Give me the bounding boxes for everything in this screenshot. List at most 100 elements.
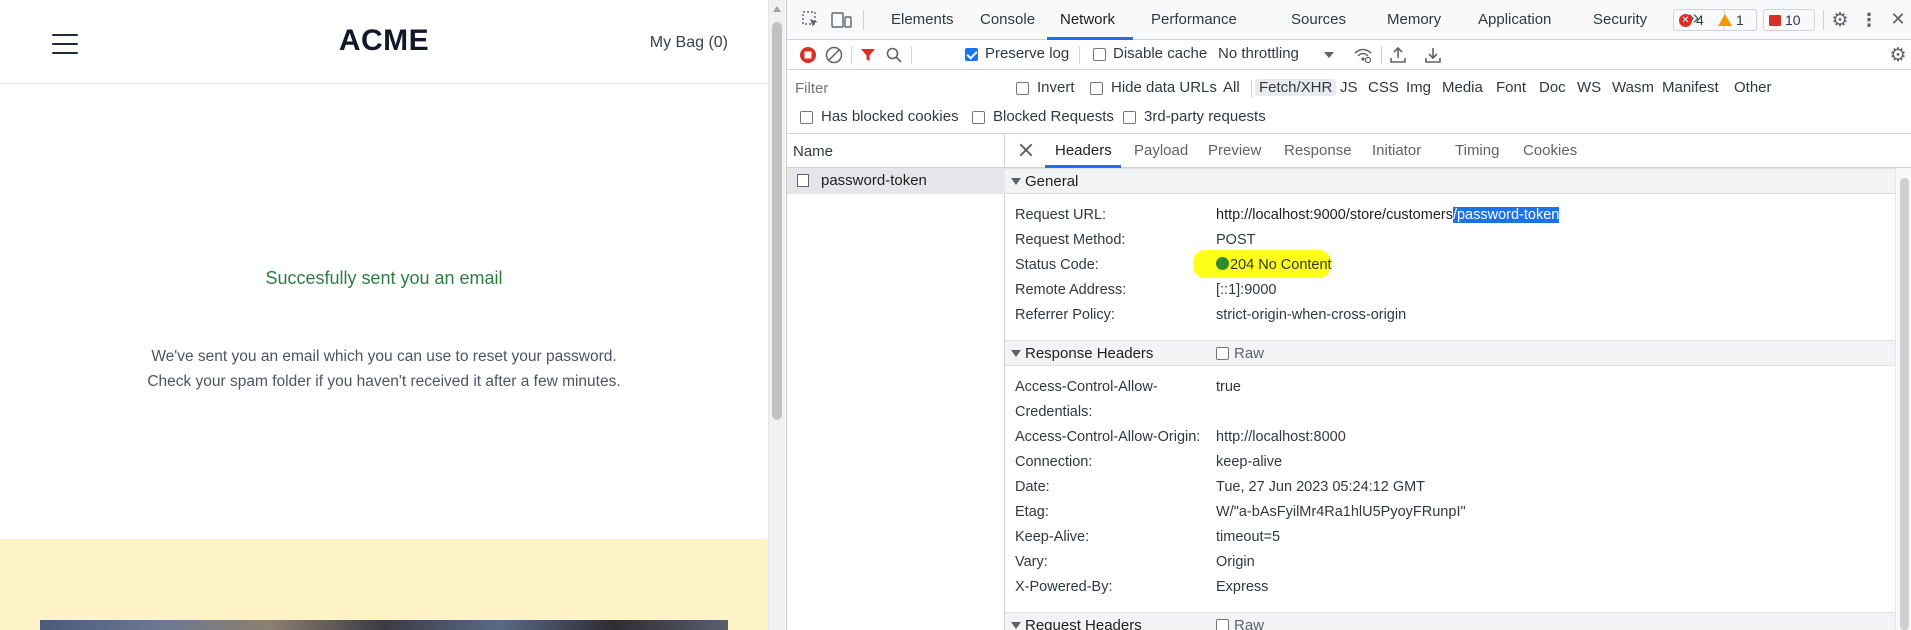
tab-console[interactable]: Console bbox=[980, 11, 1035, 28]
warning-icon bbox=[1718, 14, 1732, 26]
close-icon[interactable] bbox=[1017, 141, 1035, 159]
name-column-header[interactable]: Name bbox=[793, 143, 833, 160]
invert-checkbox[interactable] bbox=[1016, 82, 1029, 95]
devtools-tabbar: Elements Console Network Performance Sou… bbox=[787, 0, 1911, 40]
filter-type-img[interactable]: Img bbox=[1406, 79, 1431, 96]
toolbar-divider bbox=[1251, 80, 1252, 98]
my-bag-link[interactable]: My Bag (0) bbox=[650, 34, 728, 52]
tab-timing[interactable]: Timing bbox=[1455, 142, 1499, 159]
scroll-up-arrow-icon[interactable] bbox=[773, 6, 781, 12]
issues-count: 10 bbox=[1785, 12, 1801, 28]
export-har-icon[interactable] bbox=[1424, 46, 1442, 64]
preserve-log-checkbox[interactable] bbox=[965, 48, 978, 61]
blocked-requests-label[interactable]: Blocked Requests bbox=[993, 108, 1114, 125]
filter-type-font[interactable]: Font bbox=[1496, 79, 1526, 96]
menu-icon[interactable] bbox=[52, 34, 78, 54]
filter-type-media[interactable]: Media bbox=[1442, 79, 1483, 96]
tab-preview[interactable]: Preview bbox=[1208, 142, 1261, 159]
tab-network[interactable]: Network bbox=[1060, 11, 1115, 28]
hide-data-urls-label[interactable]: Hide data URLs bbox=[1111, 79, 1217, 96]
disable-cache-checkbox[interactable] bbox=[1093, 48, 1106, 61]
third-party-requests-label[interactable]: 3rd-party requests bbox=[1144, 108, 1266, 125]
filter-icon[interactable] bbox=[859, 46, 877, 64]
expand-triangle-icon[interactable] bbox=[1011, 350, 1021, 357]
request-details: Headers Payload Preview Response Initiat… bbox=[1005, 134, 1911, 630]
status-ok-dot-icon bbox=[1216, 257, 1229, 270]
request-url-selected-text: /password-token bbox=[1452, 207, 1560, 223]
filter-type-other[interactable]: Other bbox=[1734, 79, 1772, 96]
expand-triangle-icon[interactable] bbox=[1011, 178, 1021, 185]
tab-sources[interactable]: Sources bbox=[1291, 11, 1346, 28]
filter-type-css[interactable]: CSS bbox=[1368, 79, 1399, 96]
tab-payload[interactable]: Payload bbox=[1134, 142, 1188, 159]
request-headers-section-header[interactable]: Request Headers Raw bbox=[1005, 612, 1895, 630]
tab-headers[interactable]: Headers bbox=[1055, 142, 1112, 159]
has-blocked-cookies-label[interactable]: Has blocked cookies bbox=[821, 108, 959, 125]
settings-gear-icon[interactable]: ⚙ bbox=[1830, 10, 1850, 31]
filter-type-doc[interactable]: Doc bbox=[1539, 79, 1566, 96]
referrer-policy-label: Referrer Policy: bbox=[1015, 307, 1115, 323]
response-headers-section-header[interactable]: Response Headers Raw bbox=[1005, 340, 1895, 366]
import-har-icon[interactable] bbox=[1389, 46, 1407, 64]
request-method-value: POST bbox=[1216, 232, 1256, 248]
request-row[interactable]: password-token bbox=[787, 168, 1005, 194]
tab-performance[interactable]: Performance bbox=[1151, 11, 1237, 28]
tab-memory[interactable]: Memory bbox=[1387, 11, 1441, 28]
filter-type-js[interactable]: JS bbox=[1340, 79, 1358, 96]
tab-application[interactable]: Application bbox=[1478, 11, 1551, 28]
header-key: Etag: bbox=[1015, 504, 1049, 520]
expand-triangle-icon[interactable] bbox=[1011, 622, 1021, 629]
raw-label[interactable]: Raw bbox=[1234, 345, 1264, 362]
filter-type-manifest[interactable]: Manifest bbox=[1662, 79, 1719, 96]
more-options-icon[interactable]: ⋮ bbox=[1860, 10, 1878, 30]
record-stop-icon[interactable] bbox=[799, 46, 817, 64]
throttling-select[interactable]: No throttling bbox=[1218, 45, 1299, 62]
hide-data-urls-checkbox[interactable] bbox=[1090, 82, 1103, 95]
preserve-log-label[interactable]: Preserve log bbox=[985, 45, 1069, 62]
toolbar-divider bbox=[911, 46, 912, 64]
close-devtools-icon[interactable]: ✕ bbox=[1888, 9, 1908, 29]
clear-icon[interactable] bbox=[825, 46, 843, 64]
document-icon bbox=[797, 174, 809, 187]
scrollbar-thumb[interactable] bbox=[1900, 178, 1909, 630]
invert-label[interactable]: Invert bbox=[1037, 79, 1075, 96]
status-code-value: 204 No Content bbox=[1216, 257, 1332, 273]
inspect-element-icon[interactable] bbox=[801, 10, 821, 30]
chevron-down-icon[interactable] bbox=[1324, 52, 1334, 58]
filter-type-fetch-xhr[interactable]: Fetch/XHR bbox=[1255, 79, 1337, 96]
disable-cache-label[interactable]: Disable cache bbox=[1113, 45, 1207, 62]
header-value: Origin bbox=[1216, 554, 1255, 570]
general-section-header[interactable]: General bbox=[1005, 168, 1895, 194]
device-toolbar-icon[interactable] bbox=[831, 10, 853, 30]
filter-input[interactable] bbox=[793, 76, 1003, 100]
raw-checkbox[interactable] bbox=[1216, 347, 1229, 360]
general-title: General bbox=[1025, 173, 1079, 190]
search-icon[interactable] bbox=[885, 46, 903, 64]
toolbar-divider bbox=[851, 46, 852, 64]
request-list-header[interactable]: Name bbox=[787, 134, 1005, 168]
tab-security[interactable]: Security bbox=[1593, 11, 1647, 28]
filter-type-wasm[interactable]: Wasm bbox=[1612, 79, 1654, 96]
tab-elements[interactable]: Elements bbox=[891, 11, 954, 28]
tab-initiator[interactable]: Initiator bbox=[1372, 142, 1421, 159]
warnings-badge[interactable]: 1 bbox=[1713, 9, 1757, 31]
blocked-requests-checkbox[interactable] bbox=[972, 111, 985, 124]
store-page: ACME My Bag (0) Succesfully sent you an … bbox=[0, 0, 768, 630]
header-key: Keep-Alive: bbox=[1015, 529, 1090, 545]
has-blocked-cookies-checkbox[interactable] bbox=[800, 111, 813, 124]
raw-label[interactable]: Raw bbox=[1234, 617, 1264, 630]
raw-checkbox[interactable] bbox=[1216, 619, 1229, 630]
filter-type-all[interactable]: All bbox=[1223, 79, 1240, 96]
issues-badge[interactable]: 10 bbox=[1763, 9, 1815, 31]
details-scrollbar[interactable] bbox=[1895, 168, 1911, 630]
third-party-requests-checkbox[interactable] bbox=[1123, 111, 1136, 124]
network-settings-gear-icon[interactable]: ⚙ bbox=[1888, 45, 1908, 66]
scrollbar-thumb[interactable] bbox=[772, 22, 782, 420]
network-conditions-icon[interactable] bbox=[1353, 46, 1373, 64]
page-scrollbar[interactable] bbox=[768, 0, 785, 630]
request-method-label: Request Method: bbox=[1015, 232, 1126, 248]
tab-response[interactable]: Response bbox=[1284, 142, 1352, 159]
request-name[interactable]: password-token bbox=[821, 172, 927, 189]
filter-type-ws[interactable]: WS bbox=[1577, 79, 1601, 96]
tab-cookies[interactable]: Cookies bbox=[1523, 142, 1577, 159]
